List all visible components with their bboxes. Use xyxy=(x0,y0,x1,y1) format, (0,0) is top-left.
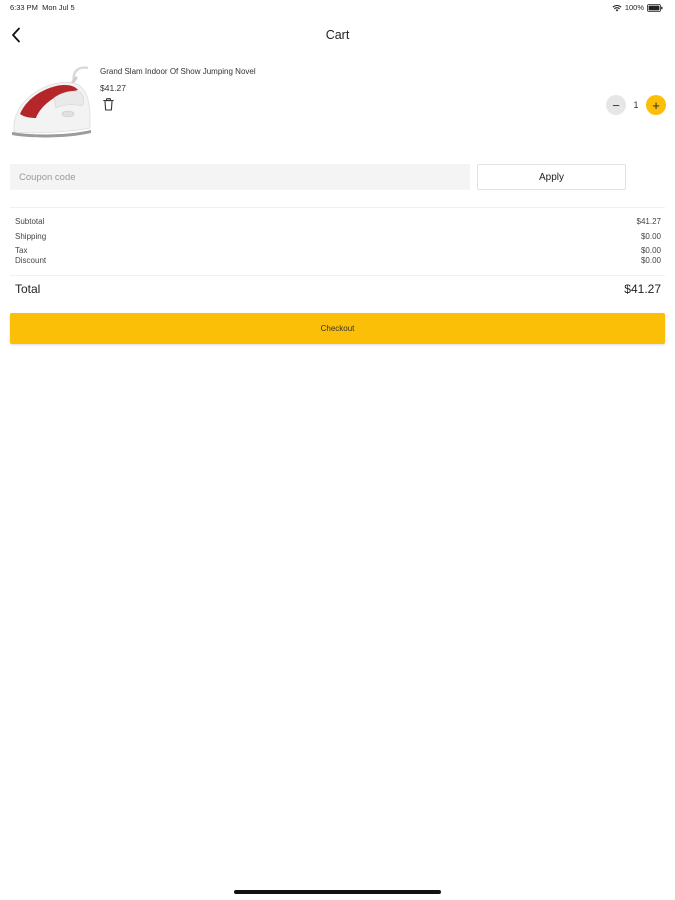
discount-label: Discount xyxy=(15,256,47,265)
total-label: Total xyxy=(15,282,41,296)
tax-label: Tax xyxy=(15,246,28,255)
subtotal-row: Subtotal $41.27 xyxy=(15,217,661,226)
checkout-button[interactable]: Checkout xyxy=(10,313,665,344)
subtotal-value: $41.27 xyxy=(636,217,661,226)
coupon-code-input[interactable] xyxy=(10,164,470,190)
iron-product-image xyxy=(12,66,91,138)
product-image[interactable] xyxy=(10,62,92,140)
total-row: Total $41.27 xyxy=(15,282,661,296)
decrease-quantity-button[interactable]: − xyxy=(606,95,626,115)
discount-row: Discount $0.00 xyxy=(15,256,661,265)
battery-icon xyxy=(647,3,663,12)
order-summary: Subtotal $41.27 Shipping $0.00 Tax $0.00… xyxy=(10,207,665,296)
tax-value: $0.00 xyxy=(640,246,661,255)
quantity-stepper: − 1 + xyxy=(606,95,666,115)
shipping-label: Shipping xyxy=(15,232,47,241)
shipping-row: Shipping $0.00 xyxy=(15,232,661,241)
status-time-text: 6:33 PM xyxy=(10,3,38,12)
tax-row: Tax $0.00 xyxy=(15,246,661,255)
status-indicators: 100% xyxy=(612,3,663,12)
header: Cart xyxy=(0,20,675,50)
page-title: Cart xyxy=(325,28,350,42)
status-date-text: Mon Jul 5 xyxy=(42,3,75,12)
coupon-row: Apply xyxy=(10,164,670,190)
status-bar: 6:33 PM Mon Jul 5 100% xyxy=(0,0,675,16)
delete-item-button[interactable] xyxy=(103,98,114,111)
cart-item: Grand Slam Indoor Of Show Jumping Novel … xyxy=(10,60,670,142)
apply-coupon-button[interactable]: Apply xyxy=(477,164,626,190)
home-indicator[interactable] xyxy=(234,890,441,894)
wifi-icon xyxy=(612,4,622,12)
summary-divider xyxy=(10,275,665,276)
discount-value: $0.00 xyxy=(640,256,661,265)
increase-quantity-button[interactable]: + xyxy=(646,95,666,115)
shipping-value: $0.00 xyxy=(640,232,661,241)
subtotal-label: Subtotal xyxy=(15,217,45,226)
product-price: $41.27 xyxy=(100,83,126,93)
product-name[interactable]: Grand Slam Indoor Of Show Jumping Novel xyxy=(100,67,256,76)
quantity-value: 1 xyxy=(633,100,639,110)
status-time: 6:33 PM Mon Jul 5 xyxy=(10,3,75,12)
trash-icon xyxy=(103,98,114,111)
total-value: $41.27 xyxy=(624,282,661,296)
battery-percent: 100% xyxy=(624,3,644,12)
